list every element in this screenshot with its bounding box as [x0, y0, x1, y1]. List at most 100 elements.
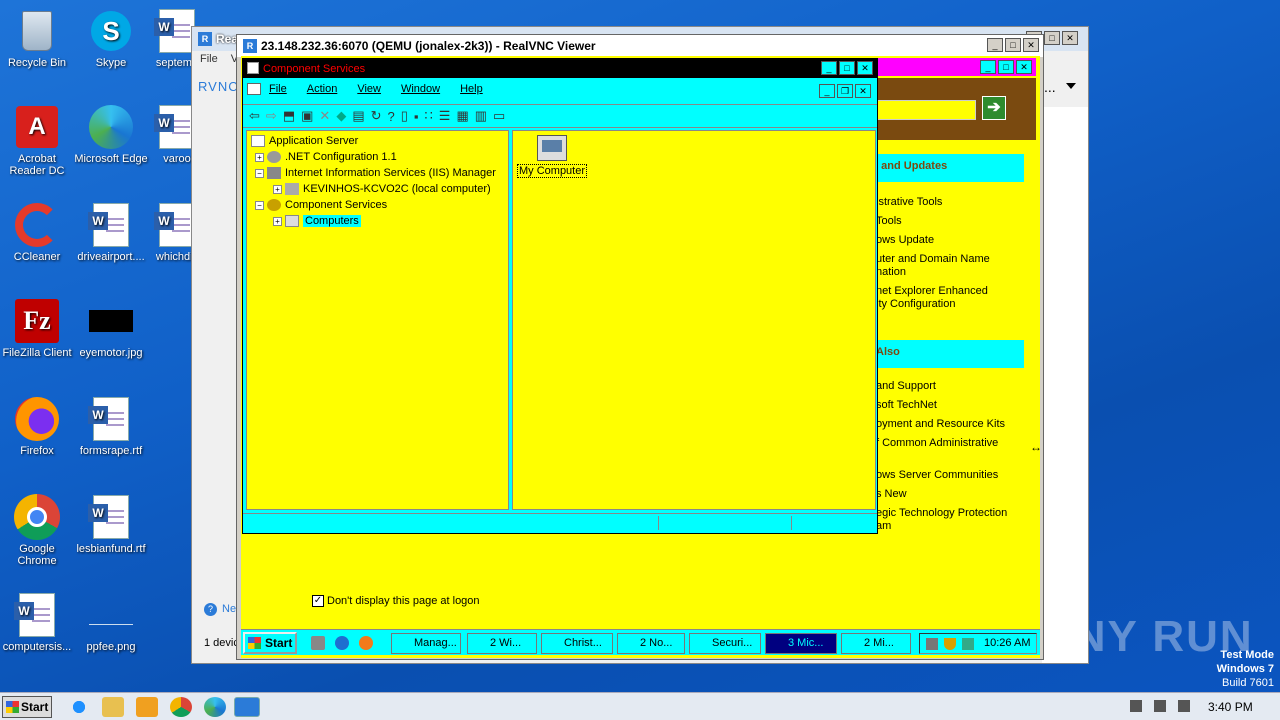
speaker-icon[interactable]	[1130, 700, 1142, 712]
desktop-icon-skype[interactable]: S Skype	[74, 8, 148, 69]
status-view-icon[interactable]: ▥	[475, 108, 487, 124]
desktop-icon-chrome[interactable]: Google Chrome	[0, 494, 74, 567]
up-folder-icon[interactable]: ⬒	[283, 108, 295, 124]
minimize-button[interactable]: _	[819, 84, 835, 98]
expand-icon[interactable]: +	[273, 216, 282, 226]
desktop-icon-driveairport[interactable]: driveairport....	[74, 202, 148, 263]
shield-icon[interactable]	[944, 638, 956, 650]
my-computer-item[interactable]: My Computer	[517, 135, 588, 178]
desktop-icon-eyemotor[interactable]: eyemotor.jpg	[74, 298, 148, 359]
link-item[interactable]: oyment and Resource Kits	[876, 418, 1005, 430]
link-item[interactable]: istrative Tools	[876, 196, 942, 208]
link-item[interactable]: uter and Domain Name	[876, 253, 990, 265]
new-window-icon[interactable]: ▯	[401, 108, 408, 124]
desktop-icon-ppfee[interactable]: ppfee.png	[74, 592, 148, 653]
menu-action[interactable]: Action	[307, 83, 338, 95]
menu-file[interactable]: File	[200, 53, 218, 65]
maximize-button[interactable]: □	[839, 61, 855, 75]
taskbar-item[interactable]: 2 Wi...	[467, 633, 537, 654]
small-icons-icon[interactable]: ∷	[425, 108, 433, 124]
collapse-icon[interactable]: −	[255, 168, 264, 178]
link-item[interactable]: f Common Administrative	[876, 437, 998, 449]
link-item[interactable]: ows Update	[876, 234, 934, 246]
network-icon[interactable]	[962, 638, 974, 650]
more-ellipsis[interactable]: ...	[1044, 79, 1056, 95]
close-button[interactable]: ✕	[1023, 38, 1039, 52]
tree-node-net[interactable]: + .NET Configuration 1.1	[255, 151, 397, 164]
desktop-icon-ccleaner[interactable]: CCleaner	[0, 202, 74, 263]
delete-icon[interactable]: ✕	[319, 108, 330, 124]
taskbar-item[interactable]: Manag...	[391, 633, 461, 654]
help-icon[interactable]: ?	[204, 603, 217, 616]
desktop-icon-formsrape[interactable]: formsrape.rtf	[74, 396, 148, 457]
title-bar[interactable]: R 23.148.232.36:6070 (QEMU (jonalex-2k3)…	[237, 35, 1043, 57]
realvnc-taskbar-icon[interactable]	[234, 697, 260, 717]
taskbar-item[interactable]: 2 Mi...	[841, 633, 911, 654]
tree-node-local[interactable]: + KEVINHOS-KCVO2C (local computer)	[273, 183, 491, 196]
tree-pane[interactable]: Application Server + .NET Configuration 1…	[246, 130, 509, 510]
expand-icon[interactable]: +	[273, 184, 282, 194]
desktop-icon-acrobat[interactable]: A Acrobat Reader DC	[0, 104, 74, 177]
menu-help[interactable]: Help	[460, 83, 483, 95]
desktop-icon-computersis[interactable]: computersis...	[0, 592, 74, 653]
close-button[interactable]: ✕	[855, 84, 871, 98]
show-tree-icon[interactable]: ▣	[301, 108, 313, 124]
quicklaunch-icon[interactable]	[311, 636, 325, 650]
link-item[interactable]: ows Server Communities	[876, 469, 998, 481]
link-item[interactable]: net Explorer Enhanced	[876, 285, 988, 297]
taskbar-item[interactable]: Christ...	[541, 633, 613, 654]
media-player-icon[interactable]	[136, 697, 158, 717]
refresh-icon[interactable]: ↻	[371, 108, 382, 124]
minimize-button[interactable]: _	[821, 61, 837, 75]
desktop-icon-recycle-bin[interactable]: Recycle Bin	[0, 8, 74, 69]
start-button[interactable]: Start	[2, 696, 52, 718]
expand-icon[interactable]: +	[255, 152, 264, 162]
computer-icon[interactable]: ▭	[493, 108, 505, 124]
tree-root[interactable]: Application Server	[251, 135, 358, 148]
desktop-icon-firefox[interactable]: Firefox	[0, 396, 74, 457]
taskbar-item[interactable]: 2 No...	[617, 633, 685, 654]
desktop-icon-filezilla[interactable]: Fz FileZilla Client	[0, 298, 74, 359]
link-item[interactable]: and Support	[876, 380, 936, 392]
tray-icon[interactable]	[926, 638, 938, 650]
close-button[interactable]: ✕	[1016, 60, 1032, 74]
firefox-icon[interactable]	[359, 636, 373, 650]
chrome-icon[interactable]	[170, 697, 192, 717]
large-icons-icon[interactable]: ▪	[414, 109, 419, 124]
go-arrow-icon[interactable]: ➔	[982, 96, 1006, 120]
monitor-icon[interactable]	[1154, 700, 1166, 712]
link-item[interactable]: nation	[876, 266, 906, 278]
tree-node-iis[interactable]: − Internet Information Services (IIS) Man…	[255, 167, 496, 180]
scrollbar[interactable]	[1042, 107, 1088, 663]
ie-icon[interactable]	[68, 697, 90, 717]
help-icon[interactable]: ?	[388, 109, 395, 124]
edge-icon[interactable]	[204, 697, 226, 717]
dont-display-checkbox[interactable]: ✓ Don't display this page at logon	[312, 595, 480, 607]
remote-start-button[interactable]: Start	[243, 632, 297, 654]
export-icon[interactable]: ▤	[352, 108, 364, 124]
maximize-button[interactable]: □	[1044, 31, 1060, 45]
maximize-button[interactable]: □	[1005, 38, 1021, 52]
taskbar-item[interactable]: Securi...	[689, 633, 761, 654]
link-item[interactable]: am	[876, 520, 891, 532]
tree-node-computers[interactable]: + Computers	[273, 215, 361, 228]
close-button[interactable]: ✕	[1062, 31, 1078, 45]
link-item[interactable]: Tools	[876, 215, 902, 227]
checkbox-icon[interactable]: ✓	[312, 595, 324, 607]
link-item[interactable]: egic Technology Protection	[876, 507, 1007, 519]
chevron-down-icon[interactable]	[1066, 83, 1076, 89]
properties-icon[interactable]: ◆	[336, 108, 346, 124]
collapse-icon[interactable]: −	[255, 200, 264, 210]
forward-arrow-icon[interactable]: ⇨	[266, 108, 277, 124]
close-button[interactable]: ✕	[857, 61, 873, 75]
menu-window[interactable]: Window	[401, 83, 440, 95]
link-item[interactable]: soft TechNet	[876, 399, 937, 411]
link-item[interactable]: ity Configuration	[876, 298, 956, 310]
restore-button[interactable]: ❐	[837, 84, 853, 98]
desktop-icon-lesbianfund[interactable]: lesbianfund.rtf	[74, 494, 148, 555]
detail-view-icon[interactable]: ▦	[456, 108, 468, 124]
maximize-button[interactable]: □	[998, 60, 1014, 74]
taskbar-item-active[interactable]: 3 Mic...	[765, 633, 837, 654]
details-pane[interactable]: My Computer	[512, 130, 876, 510]
menu-view[interactable]: View	[357, 83, 381, 95]
